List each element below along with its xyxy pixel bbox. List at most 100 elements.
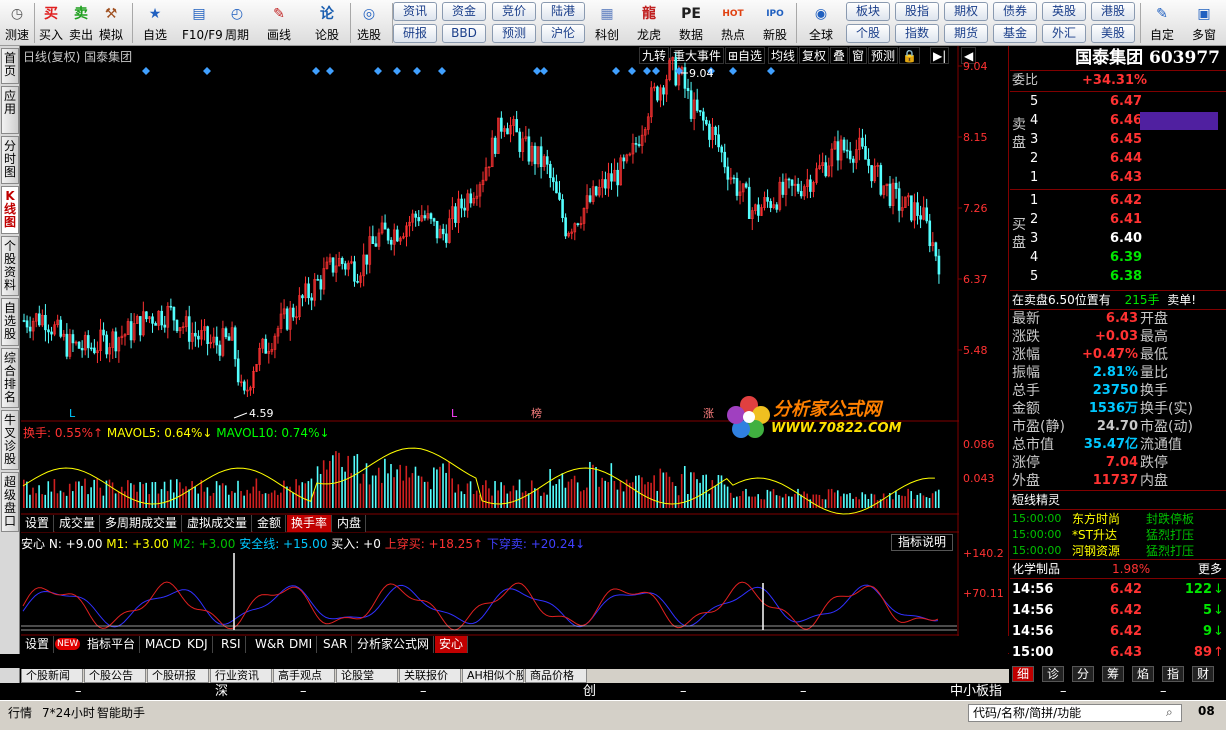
volume-subtab-4[interactable]: 金额: [253, 515, 287, 532]
bid-price-1[interactable]: 6.42: [1110, 192, 1142, 210]
toolbar-multiwindow-button[interactable]: ▣ 多窗: [1187, 1, 1221, 42]
toolbar-ipo-button[interactable]: IPO 新股: [758, 1, 792, 42]
detail-tab-5[interactable]: 指: [1162, 666, 1185, 682]
search-input[interactable]: 代码/名称/简拼/功能: [968, 704, 1182, 722]
toolbar-期权-button[interactable]: 期权: [944, 2, 988, 21]
toolbar-研报-button[interactable]: 研报: [393, 24, 437, 43]
sprite-name-2[interactable]: 河钢资源: [1072, 542, 1120, 560]
news-tab-3[interactable]: 行业资讯: [210, 669, 272, 683]
left-tab-2[interactable]: 分时图: [1, 136, 19, 184]
indicator-tab-4[interactable]: RSI: [217, 636, 246, 653]
toolbar-债券-button[interactable]: 债券: [993, 2, 1037, 21]
news-tab-0[interactable]: 个股新闻: [21, 669, 83, 683]
volume-subtab-1[interactable]: 成交量: [55, 515, 101, 532]
toolbar-板块-button[interactable]: 板块: [846, 2, 890, 21]
left-tab-3[interactable]: K线图: [1, 186, 19, 234]
toolbar-美股-button[interactable]: 美股: [1091, 24, 1135, 43]
status-assistant[interactable]: 智能助手: [97, 704, 145, 721]
toolbar-外汇-button[interactable]: 外汇: [1042, 24, 1086, 43]
toolbar-英股-button[interactable]: 英股: [1042, 2, 1086, 21]
left-tab-5[interactable]: 自选股: [1, 298, 19, 346]
toolbar-f10-button[interactable]: ▤ F10/F9: [182, 1, 223, 42]
volume-subtab-6[interactable]: 内盘: [333, 515, 367, 532]
toolbar-陆港-button[interactable]: 陆港: [541, 2, 585, 21]
news-tab-4[interactable]: 高手观点: [273, 669, 335, 683]
volume-subtab-0[interactable]: 设置: [21, 515, 55, 532]
detail-tab-3[interactable]: 筹: [1102, 666, 1125, 682]
search-icon[interactable]: ⌕: [1166, 705, 1173, 720]
left-tab-6[interactable]: 综合排名: [1, 348, 19, 408]
toolbar-forum-button[interactable]: 论论股: [310, 1, 344, 42]
bid-price-5[interactable]: 6.38: [1110, 268, 1142, 286]
detail-tab-0[interactable]: 细: [1012, 666, 1035, 682]
toolbar-buy-button[interactable]: 买买入: [34, 1, 68, 42]
ask-price-2[interactable]: 6.44: [1110, 150, 1142, 168]
news-tab-8[interactable]: 商品价格: [525, 669, 587, 683]
bid-price-3[interactable]: 6.40: [1110, 230, 1142, 248]
toolbar-期货-button[interactable]: 期货: [944, 24, 988, 43]
toolbar-股指-button[interactable]: 股指: [895, 2, 939, 21]
ask-price-4[interactable]: 6.46: [1110, 112, 1142, 130]
detail-tab-1[interactable]: 诊: [1042, 666, 1065, 682]
toolbar-资金-button[interactable]: 资金: [442, 2, 486, 21]
indicator-tab-2[interactable]: MACD: [141, 636, 186, 653]
toolbar-star-button[interactable]: ★ 自选: [138, 1, 172, 42]
indicator-tab-6[interactable]: DMI: [285, 636, 318, 653]
sector-more-link[interactable]: 更多: [1198, 560, 1222, 578]
toolbar-hammer-button[interactable]: ⚒ 模拟: [94, 1, 128, 42]
indicator-tab-0[interactable]: 设置: [21, 636, 55, 653]
toolbar-clock-button[interactable]: ◷ 测速: [0, 1, 34, 42]
bid-price-2[interactable]: 6.41: [1110, 211, 1142, 229]
sector-row[interactable]: 化学制品 1.98% 更多: [1012, 560, 1224, 578]
detail-tab-2[interactable]: 分: [1072, 666, 1095, 682]
detail-tab-4[interactable]: 焰: [1132, 666, 1155, 682]
index-chuang[interactable]: 创: [583, 683, 596, 700]
toolbar-pe-button[interactable]: PE 数据: [674, 1, 708, 42]
toolbar-kechuang-button[interactable]: ▦ 科创: [590, 1, 624, 42]
indicator-tab-9[interactable]: 安心: [435, 636, 469, 653]
detail-tab-6[interactable]: 财: [1192, 666, 1215, 682]
kline-chart-area[interactable]: 日线(复权) 国泰集团 九转 重大事件 ⊞自选 均线 复权叠窗预测 🔒 ▶| ◀ 9.04 8.…: [21, 46, 1009, 654]
ask-price-1[interactable]: 6.43: [1110, 169, 1142, 187]
news-tab-2[interactable]: 个股研报: [147, 669, 209, 683]
toolbar-custom-button[interactable]: ✎ 自定: [1145, 1, 1179, 42]
news-tab-7[interactable]: AH相似个股: [462, 669, 524, 683]
toolbar-资讯-button[interactable]: 资讯: [393, 2, 437, 21]
toolbar-hot-button[interactable]: HOT 热点: [716, 1, 750, 42]
toolbar-指数-button[interactable]: 指数: [895, 24, 939, 43]
toolbar-globe-button[interactable]: ◉ 全球: [804, 1, 838, 42]
toolbar-个股-button[interactable]: 个股: [846, 24, 890, 43]
index-zxb[interactable]: 中小板指: [950, 683, 1002, 700]
left-tab-1[interactable]: 应用: [1, 86, 19, 134]
left-tab-7[interactable]: 牛叉诊股: [1, 410, 19, 470]
indicator-explain-button[interactable]: 指标说明: [891, 534, 953, 551]
status-247[interactable]: 7*24小时: [42, 704, 95, 721]
toolbar-沪伦-button[interactable]: 沪伦: [541, 24, 585, 43]
news-tab-1[interactable]: 个股公告: [84, 669, 146, 683]
volume-subtab-5[interactable]: 换手率: [287, 515, 333, 532]
toolbar-dragon-button[interactable]: 龍龙虎: [632, 1, 666, 42]
left-tab-8[interactable]: 超级盘口: [1, 472, 19, 532]
left-tab-0[interactable]: 首页: [1, 48, 19, 84]
bid-price-4[interactable]: 6.39: [1110, 249, 1142, 267]
indicator-tab-7[interactable]: SAR: [319, 636, 353, 653]
indicator-tab-1[interactable]: 指标平台: [83, 636, 141, 653]
indicator-tab-5[interactable]: W&R: [251, 636, 290, 653]
toolbar-BBD-button[interactable]: BBD: [442, 24, 486, 43]
status-quote[interactable]: 行情: [8, 704, 32, 721]
toolbar-sell-button[interactable]: 卖卖出: [64, 1, 98, 42]
toolbar-select-stock-button[interactable]: ◎ 选股: [352, 1, 386, 42]
volume-subtab-2[interactable]: 多周期成交量: [101, 515, 183, 532]
indicator-tab-8[interactable]: 分析家公式网: [353, 636, 435, 653]
toolbar-港股-button[interactable]: 港股: [1091, 2, 1135, 21]
ask-price-3[interactable]: 6.45: [1110, 131, 1142, 149]
toolbar-period-button[interactable]: ◴ 周期: [220, 1, 254, 42]
indicator-tab-3[interactable]: KDJ: [183, 636, 213, 653]
news-tab-6[interactable]: 关联报价: [399, 669, 461, 683]
index-shen[interactable]: 深: [215, 683, 228, 700]
toolbar-竞价-button[interactable]: 竞价: [492, 2, 536, 21]
toolbar-pencil-button[interactable]: ✎ 画线: [262, 1, 296, 42]
toolbar-预测-button[interactable]: 预测: [492, 24, 536, 43]
toolbar-基金-button[interactable]: 基金: [993, 24, 1037, 43]
ask-price-5[interactable]: 6.47: [1110, 93, 1142, 111]
